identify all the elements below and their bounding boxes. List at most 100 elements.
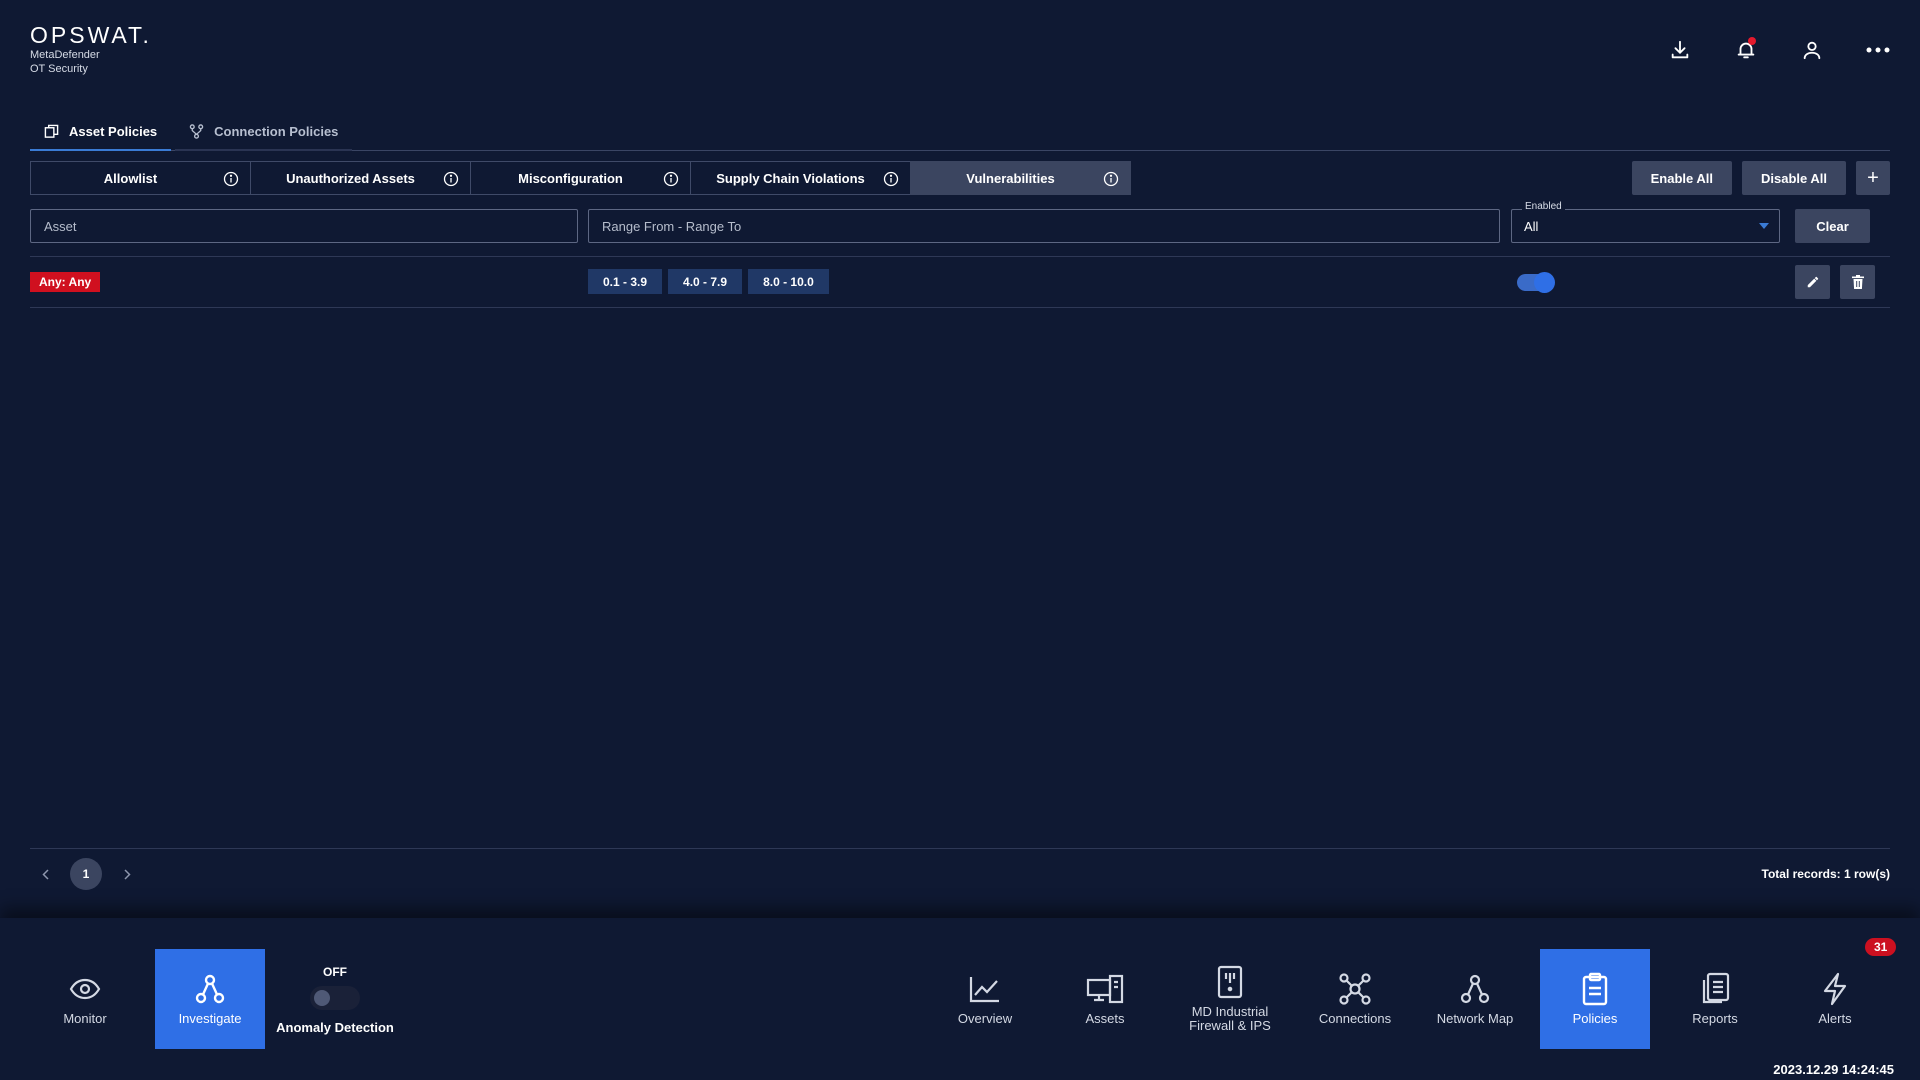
subtab-vulnerabilities[interactable]: Vulnerabilities [910, 161, 1131, 195]
tab-asset-policies-label: Asset Policies [69, 124, 158, 139]
anomaly-detection-toggle[interactable] [310, 986, 360, 1010]
nav-overview[interactable]: Overview [930, 949, 1040, 1049]
logo-wordmark: OPSWAT. [30, 22, 152, 48]
anomaly-detection: OFF Anomaly Detection [275, 965, 395, 1035]
bell-icon[interactable] [1732, 36, 1760, 64]
asset-tag: Any: Any [30, 272, 101, 292]
nav-investigate[interactable]: Investigate [155, 949, 265, 1049]
nav-assets-label: Assets [1085, 1011, 1125, 1026]
nav-alerts[interactable]: Alerts [1780, 949, 1890, 1049]
nav-connections-label: Connections [1318, 1011, 1392, 1026]
header-actions [1666, 36, 1892, 64]
nav-connections[interactable]: Connections [1300, 949, 1410, 1049]
enabled-toggle[interactable] [1517, 272, 1555, 293]
product-name-line1: MetaDefender [30, 49, 100, 61]
nav-network-map-label: Network Map [1436, 1011, 1514, 1026]
info-icon[interactable] [443, 171, 459, 187]
info-icon[interactable] [1103, 171, 1119, 187]
anomaly-state: OFF [323, 965, 347, 979]
enabled-select-label: Enabled [1522, 201, 1565, 212]
chevron-left-icon[interactable] [40, 868, 50, 880]
disable-all-button[interactable]: Disable All [1742, 161, 1846, 195]
download-icon[interactable] [1666, 36, 1694, 64]
system-timestamp: 2023.12.29 14:24:45 [1773, 1062, 1894, 1077]
nav-monitor[interactable]: Monitor [30, 949, 140, 1049]
info-icon[interactable] [223, 171, 239, 187]
subtab-vulnerabilities-label: Vulnerabilities [966, 170, 1055, 186]
range-filter [588, 209, 1500, 243]
pagination: 1 [40, 858, 132, 890]
asset-filter-input[interactable] [31, 210, 577, 242]
eye-icon [69, 972, 101, 1006]
firewall-icon [1217, 965, 1243, 999]
nav-policies-label: Policies [1572, 1011, 1618, 1026]
nav-monitor-label: Monitor [63, 1011, 107, 1026]
subtab-unauthorized-assets-label: Unauthorized Assets [286, 170, 415, 186]
alerts-count-badge: 31 [1865, 938, 1897, 956]
subtab-allowlist-label: Allowlist [103, 170, 158, 186]
chevron-right-icon[interactable] [122, 868, 132, 880]
subtab-allowlist[interactable]: Allowlist [30, 161, 251, 195]
enable-all-button[interactable]: Enable All [1631, 161, 1733, 195]
nav-reports[interactable]: Reports [1660, 949, 1770, 1049]
nav-md-industrial-firewall-label: MD Industrial Firewall & IPS [1189, 1004, 1271, 1033]
subtab-supply-chain-violations[interactable]: Supply Chain Violations [690, 161, 911, 195]
tab-connection-policies[interactable]: Connection Policies [175, 114, 353, 151]
nav-network-map[interactable]: Network Map [1420, 949, 1530, 1049]
asset-policies-icon [44, 124, 59, 139]
nav-alerts-label: Alerts [1818, 1011, 1852, 1026]
trash-icon [1851, 275, 1864, 289]
connections-icon [1338, 972, 1372, 1006]
reports-icon [1700, 972, 1730, 1006]
network-map-icon [1459, 972, 1491, 1006]
nav-policies[interactable]: Policies [1540, 949, 1650, 1049]
table-divider [30, 307, 1890, 308]
tab-asset-policies[interactable]: Asset Policies [30, 114, 172, 151]
enabled-select[interactable]: Enabled All [1511, 201, 1780, 243]
delete-button[interactable] [1840, 265, 1875, 299]
range-chip-low: 0.1 - 3.9 [588, 269, 663, 294]
lightning-icon [1821, 972, 1849, 1006]
bottom-nav: Monitor Investigate OFF Anomaly Detectio… [0, 918, 1920, 1080]
opswat-logo: OPSWAT. MetaDefender OT Security [30, 22, 152, 76]
toggle-knob [1534, 272, 1555, 293]
pencil-icon [1806, 275, 1820, 289]
toggle-knob [314, 990, 330, 1006]
range-chip-high: 8.0 - 10.0 [748, 269, 829, 294]
nav-overview-label: Overview [957, 1011, 1013, 1026]
tab-connection-policies-label: Connection Policies [214, 124, 339, 139]
total-records: Total records: 1 row(s) [1761, 867, 1890, 881]
add-policy-button[interactable]: + [1856, 161, 1890, 195]
enabled-select-value: All [1524, 219, 1539, 234]
info-icon[interactable] [883, 171, 899, 187]
nav-assets[interactable]: Assets [1050, 949, 1160, 1049]
subtab-unauthorized-assets[interactable]: Unauthorized Assets [250, 161, 471, 195]
range-filter-input[interactable] [589, 210, 1499, 242]
table-row: Any: Any 0.1 - 3.9 4.0 - 7.9 8.0 - 10.0 [30, 257, 1890, 307]
user-icon[interactable] [1798, 36, 1826, 64]
bulk-actions: Enable All Disable All + [1631, 161, 1890, 195]
edit-button[interactable] [1795, 265, 1830, 299]
page-number[interactable]: 1 [70, 858, 102, 890]
severity-ranges: 0.1 - 3.9 4.0 - 7.9 8.0 - 10.0 [588, 269, 829, 294]
asset-filter [30, 209, 578, 243]
connection-policies-icon [189, 124, 204, 139]
anomaly-detection-label: Anomaly Detection [276, 1020, 394, 1035]
info-icon[interactable] [663, 171, 679, 187]
clear-filters-button[interactable]: Clear [1795, 209, 1870, 243]
subtab-supply-chain-violations-label: Supply Chain Violations [716, 170, 865, 186]
investigate-icon [194, 972, 226, 1006]
chart-line-icon [969, 972, 1001, 1006]
policy-category-tabs: Allowlist Unauthorized Assets Misconfigu… [30, 161, 1131, 195]
subtab-misconfiguration[interactable]: Misconfiguration [470, 161, 691, 195]
product-name-line2: OT Security [30, 63, 88, 75]
nav-md-industrial-firewall[interactable]: MD Industrial Firewall & IPS [1175, 949, 1285, 1049]
pagination-divider [30, 848, 1890, 849]
caret-down-icon [1759, 223, 1769, 229]
assets-icon [1086, 972, 1124, 1006]
nav-reports-label: Reports [1692, 1011, 1738, 1026]
notification-dot [1748, 37, 1756, 45]
nav-investigate-label: Investigate [178, 1011, 242, 1026]
clipboard-icon [1581, 972, 1609, 1006]
more-icon[interactable] [1864, 36, 1892, 64]
